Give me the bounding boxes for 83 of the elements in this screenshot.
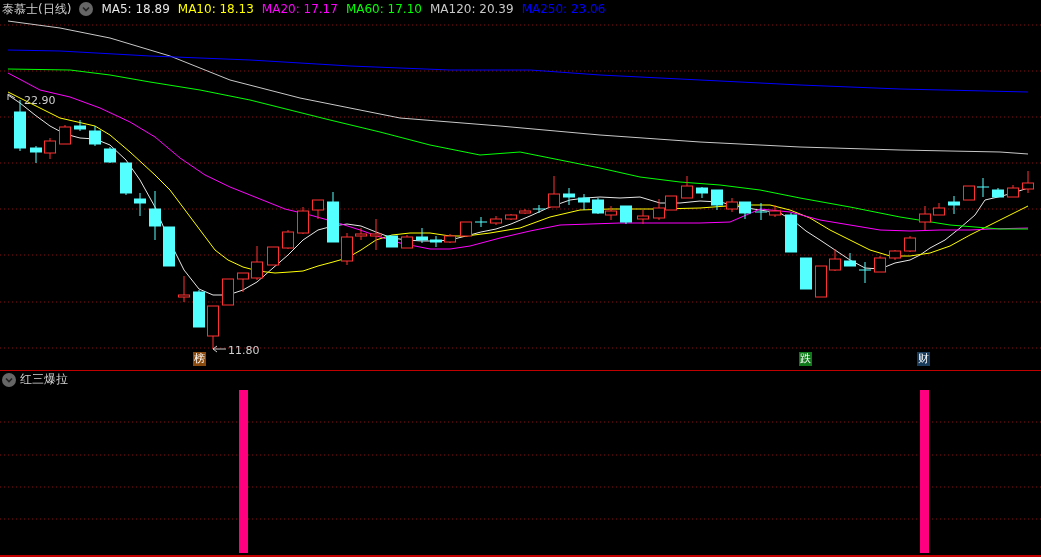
- candlestick: [134, 192, 146, 217]
- candlestick: [207, 305, 219, 350]
- candlestick: [532, 204, 546, 214]
- price-label: 11.80: [228, 344, 260, 357]
- candlestick: [889, 249, 901, 261]
- moving-average-value: MA10: 18.13: [177, 2, 254, 16]
- candlestick: [490, 215, 502, 226]
- candlestick: [637, 209, 649, 225]
- candlestick: [992, 187, 1004, 198]
- candlestick: [149, 190, 161, 241]
- candlestick: [605, 205, 617, 221]
- moving-average-value: MA5: 18.89: [101, 2, 170, 16]
- candlestick: [267, 246, 279, 266]
- signal-badge: 榜: [193, 352, 206, 366]
- moving-average-value: MA20: 17.17: [261, 2, 338, 16]
- candlestick: [696, 186, 708, 199]
- moving-average-value: MA120: 20.39: [429, 2, 514, 16]
- candlestick: [444, 233, 456, 244]
- candlestick: [844, 252, 856, 267]
- chevron-down-icon[interactable]: [2, 372, 16, 387]
- candlestick: [474, 216, 488, 228]
- moving-average-value: MA60: 17.10: [345, 2, 422, 16]
- candlestick: [505, 213, 517, 221]
- candlestick: [44, 137, 56, 160]
- candlestick: [933, 202, 945, 216]
- candlestick: [769, 204, 781, 218]
- candlestick: [919, 205, 931, 231]
- moving-average-value: MA250: 23.06: [521, 2, 606, 16]
- candlestick: [237, 272, 249, 293]
- candlestick: [976, 177, 990, 198]
- candlestick: [1022, 170, 1034, 194]
- signal-badge: 跌: [799, 352, 812, 366]
- price-label: 22.90: [24, 94, 56, 107]
- candlestick: [739, 201, 751, 220]
- candlestick: [430, 235, 442, 248]
- candlestick: [548, 175, 560, 208]
- candlestick: [578, 193, 590, 211]
- candlestick: [312, 199, 324, 220]
- candlestick: [89, 125, 101, 147]
- candlestick: [620, 205, 632, 225]
- candlestick: [386, 235, 398, 248]
- candlestick: [563, 187, 575, 206]
- candlestick: [1007, 184, 1019, 198]
- candlestick: [800, 257, 812, 290]
- candlestick: [193, 289, 205, 328]
- candlestick: [370, 218, 382, 251]
- candlestick: [681, 175, 693, 199]
- candlestick: [59, 124, 71, 145]
- candlestick: [785, 212, 797, 253]
- candlestick: [592, 197, 604, 215]
- chevron-down-icon[interactable]: [79, 2, 94, 16]
- candlestick: [104, 146, 116, 164]
- candlestick: [327, 191, 339, 243]
- indicator-title: 红三爆拉: [20, 371, 68, 388]
- candlestick: [163, 226, 175, 267]
- candlestick: [829, 248, 841, 272]
- candlestick: [120, 162, 132, 196]
- candlestick: [726, 197, 738, 213]
- candlestick: [178, 275, 190, 303]
- candlestick: [282, 229, 294, 250]
- candlestick: [815, 265, 827, 298]
- signal-badge: 财: [917, 352, 930, 366]
- leader-line: [212, 345, 227, 353]
- candlestick: [297, 206, 309, 235]
- candlestick: [341, 232, 353, 266]
- candlestick: [222, 278, 234, 306]
- candlestick: [754, 202, 768, 221]
- candlestick: [355, 227, 367, 241]
- candlestick: [251, 245, 263, 281]
- candlestick: [948, 195, 960, 215]
- candlestick: [460, 221, 472, 238]
- leader-line: [7, 93, 16, 101]
- candlestick: [858, 261, 872, 284]
- candlestick: [904, 235, 916, 253]
- candlestick: [416, 227, 428, 244]
- candlestick: [30, 145, 42, 164]
- candlestick: [74, 119, 86, 132]
- candlestick: [14, 99, 26, 152]
- candlestick: [401, 234, 413, 249]
- candlestick: [963, 185, 975, 201]
- candlestick: [711, 189, 723, 211]
- chart-title: 泰慕士(日线): [2, 0, 72, 18]
- candlestick: [874, 255, 886, 273]
